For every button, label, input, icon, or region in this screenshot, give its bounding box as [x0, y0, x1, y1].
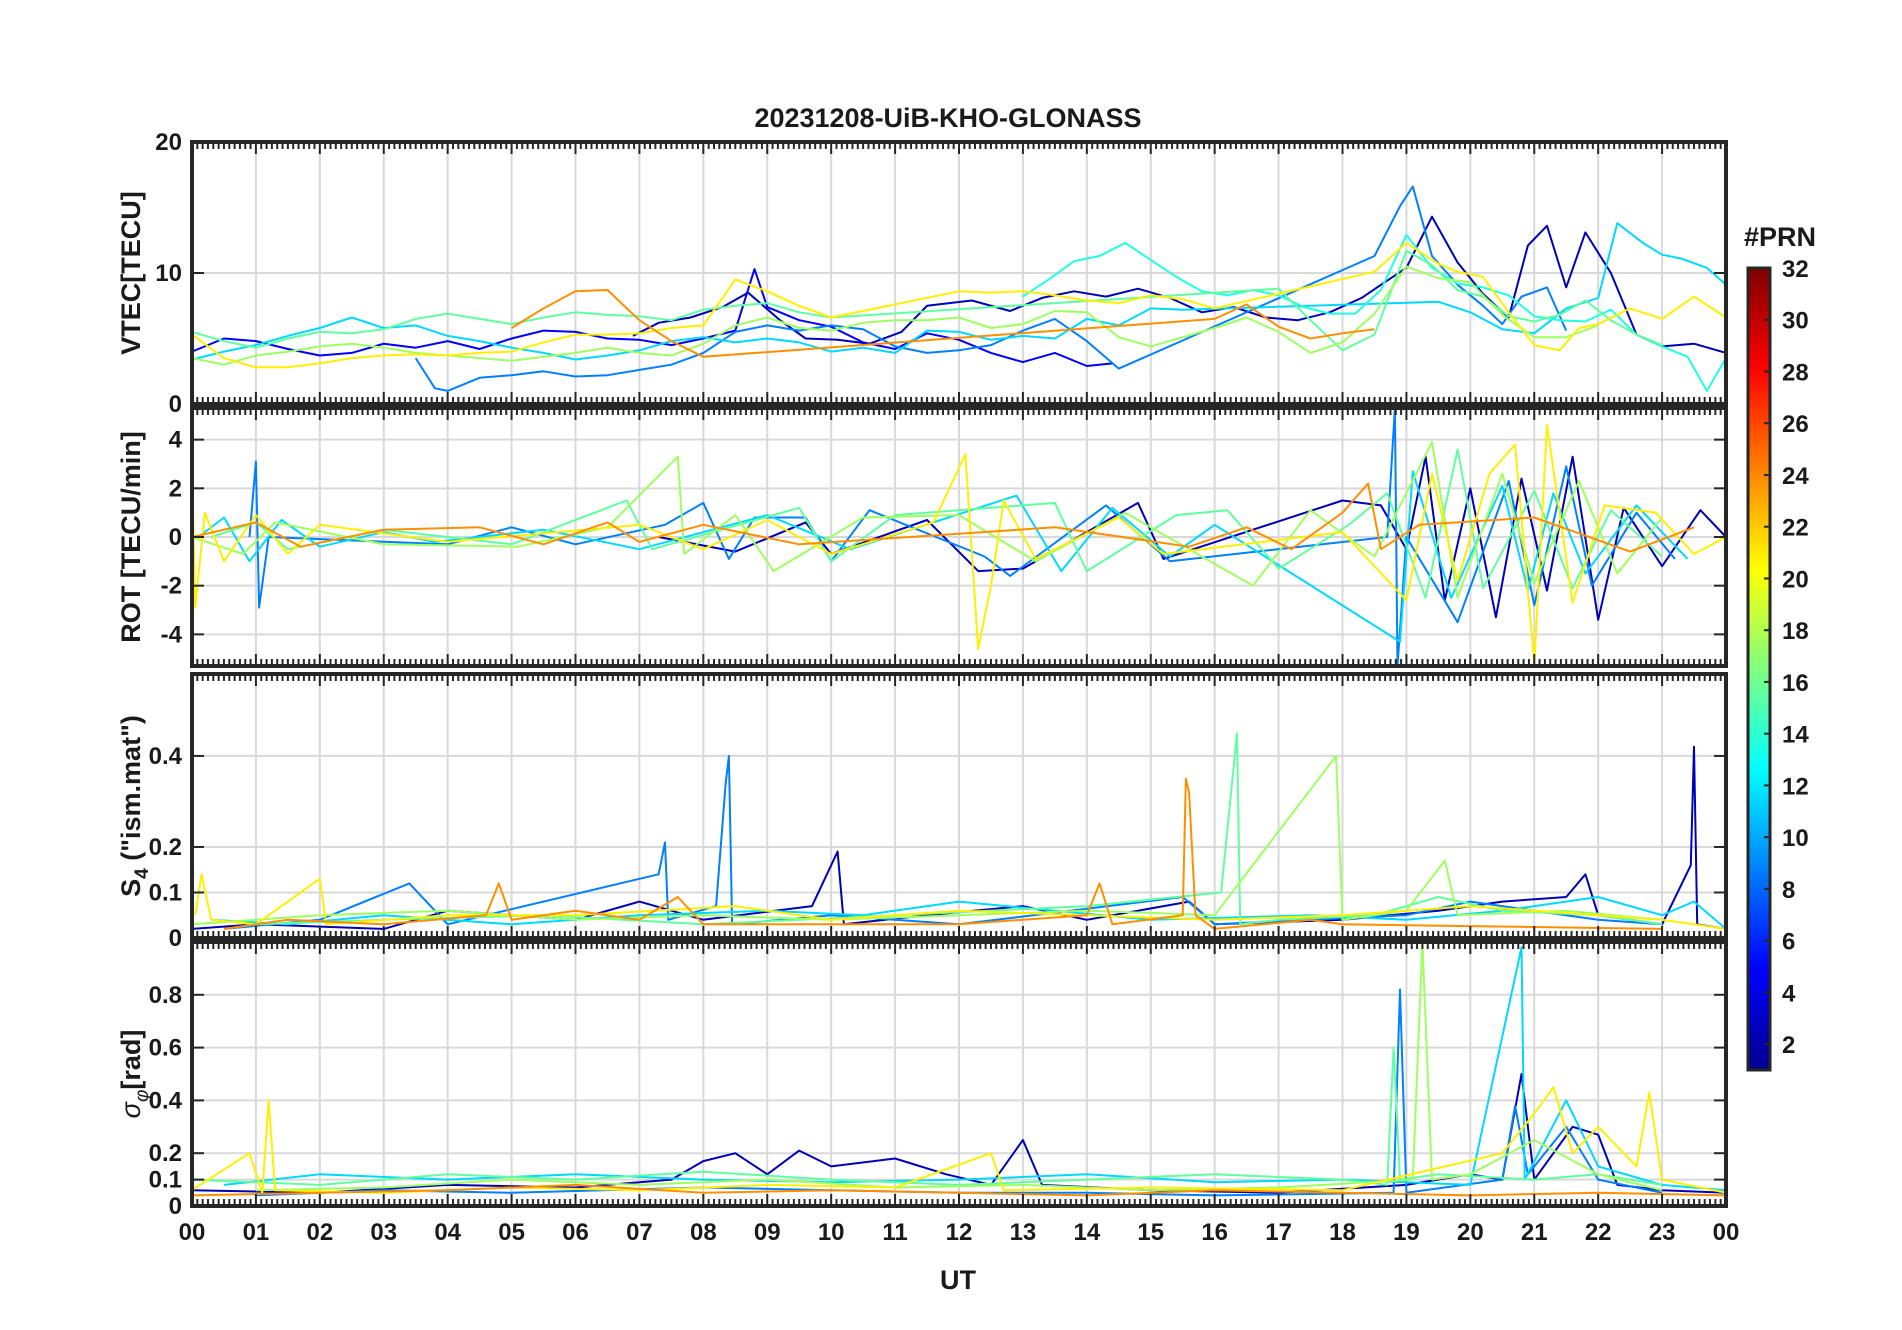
x-tick-label: 01	[243, 1219, 270, 1246]
y-tick-label: 0	[169, 391, 182, 418]
y-tick-label: 0.4	[149, 1087, 183, 1114]
x-tick-label: 12	[946, 1219, 973, 1246]
colorbar-tick-label: 18	[1782, 618, 1809, 645]
colorbar-tick-label: 4	[1782, 980, 1796, 1007]
x-tick-label: 06	[562, 1219, 589, 1246]
x-tick-label: 08	[690, 1219, 717, 1246]
x-tick-label: 21	[1521, 1219, 1548, 1246]
y-axis-label: VTEC[TECU]	[116, 191, 146, 355]
colorbar-tick-label: 6	[1782, 929, 1795, 956]
y-axis-label: σφ[rad]	[116, 1030, 153, 1119]
panel-rot: -4 -2 0 2 4 ROT [TECU/min]	[116, 406, 1728, 668]
colorbar-tick-label: 14	[1782, 722, 1809, 749]
y-tick-label: 4	[169, 427, 183, 454]
colorbar-tick-label: 20	[1782, 566, 1809, 593]
colorbar-tick-label: 30	[1782, 308, 1809, 335]
colorbar-title: #PRN	[1744, 222, 1816, 252]
y-tick-label: 0	[169, 925, 182, 952]
y-axis-label: S4 ("ism.mat")	[116, 715, 153, 897]
y-tick-label: 10	[155, 260, 182, 287]
x-tick-label: 03	[370, 1219, 397, 1246]
x-tick-label: 14	[1073, 1219, 1100, 1246]
panel-vtec: 0 10 20 VTEC[TECU]	[116, 129, 1728, 418]
figure-canvas: 20231208-UiB-KHO-GLONASS 01020VTEC[TECU]…	[116, 103, 1816, 1295]
panel-sigma_phi: 00.10.2 0.4 0.6 0.8 σφ[rad]	[116, 940, 1728, 1220]
y-tick-label: 0.1	[149, 879, 182, 906]
y-tick-label: 0.6	[149, 1035, 182, 1062]
y-tick-label: 20	[155, 129, 182, 156]
x-tick-label: 18	[1329, 1219, 1356, 1246]
x-tick-label: 10	[818, 1219, 845, 1246]
x-axis: 00 01 02 03 04 05 06 07 08 09 10 11 12 13 14 15 16 17 18 19…	[179, 1219, 1740, 1246]
x-tick-label: 23	[1649, 1219, 1676, 1246]
colorbar-tick-label: 16	[1782, 670, 1809, 697]
x-tick-label: 17	[1265, 1219, 1292, 1246]
x-tick-label: 07	[626, 1219, 653, 1246]
y-tick-label: -2	[161, 573, 182, 600]
x-tick-label: 19	[1393, 1219, 1420, 1246]
x-tick-label: 20	[1457, 1219, 1484, 1246]
y-tick-label: 0	[169, 524, 182, 551]
colorbar-tick-label: 24	[1782, 463, 1809, 490]
x-axis-label: UT	[940, 1265, 976, 1295]
colorbar-tick-label: 2	[1782, 1032, 1795, 1059]
colorbar-gradient	[1746, 266, 1772, 1072]
x-tick-label: 22	[1585, 1219, 1612, 1246]
x-tick-label: 04	[434, 1219, 461, 1246]
colorbar: 2468101214161820222426283032	[1746, 256, 1809, 1072]
panel-s4: 0 0.1 0.2 0.4S4 ("ism.mat")	[116, 672, 1728, 952]
figure-title: 20231208-UiB-KHO-GLONASS	[754, 103, 1141, 133]
y-axis-label: ROT [TECU/min]	[116, 431, 146, 642]
x-tick-label: 09	[754, 1219, 781, 1246]
x-tick-label: 13	[1010, 1219, 1037, 1246]
colorbar-tick-label: 32	[1782, 256, 1809, 283]
x-tick-label: 02	[306, 1219, 333, 1246]
colorbar-tick-label: 22	[1782, 515, 1809, 542]
y-tick-label: 0	[169, 1193, 182, 1220]
colorbar-tick-label: 28	[1782, 359, 1809, 386]
y-tick-label: 0.4	[149, 743, 183, 770]
x-tick-label: 15	[1137, 1219, 1164, 1246]
y-tick-label: -4	[161, 621, 183, 648]
colorbar-tick-label: 10	[1782, 825, 1809, 852]
panels-group: 01020VTEC[TECU]-4-2024ROT [TECU/min]00.1…	[116, 129, 1728, 1220]
x-tick-label: 00	[179, 1219, 206, 1246]
colorbar-tick-label: 12	[1782, 773, 1809, 800]
x-tick-label: 16	[1201, 1219, 1228, 1246]
x-tick-label: 11	[882, 1219, 907, 1246]
y-tick-label: 0.1	[149, 1167, 182, 1194]
colorbar-tick-label: 8	[1782, 877, 1795, 904]
y-tick-label: 0.2	[149, 834, 182, 861]
colorbar-tick-label: 26	[1782, 411, 1809, 438]
y-tick-label: 2	[169, 475, 182, 502]
y-tick-label: 0.2	[149, 1140, 182, 1167]
y-tick-label: 0.8	[149, 982, 182, 1009]
x-tick-label: 00	[1713, 1219, 1740, 1246]
x-tick-label: 05	[498, 1219, 525, 1246]
